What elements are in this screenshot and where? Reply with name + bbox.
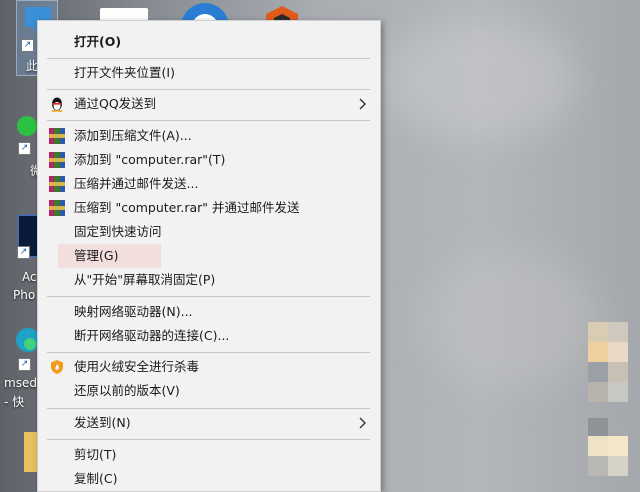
submenu-chevron-icon — [358, 96, 368, 112]
menu-item-label: 从"开始"屏幕取消固定(P) — [74, 272, 216, 287]
mosaic-block — [608, 382, 628, 402]
mosaic-block — [588, 362, 608, 382]
menu-item-label: 添加到 "computer.rar"(T) — [74, 152, 226, 167]
menu-separator — [47, 296, 370, 297]
background-blur — [380, 20, 580, 140]
shortcut-arrow-icon: ↗ — [17, 246, 30, 259]
wechat-icon[interactable]: ↗ — [16, 112, 38, 155]
menu-item-label: 打开(O) — [74, 34, 122, 49]
mosaic-block — [608, 362, 628, 382]
shortcut-arrow-icon: ↗ — [21, 39, 34, 52]
menu-item-label: 压缩并通过邮件发送... — [74, 176, 199, 191]
menu-item-label: 添加到压缩文件(A)... — [74, 128, 192, 143]
shortcut-arrow-icon: ↗ — [18, 142, 31, 155]
menu-item-unpin-from-start[interactable]: 从"开始"屏幕取消固定(P) — [38, 268, 380, 292]
menu-item-send-via-qq[interactable]: 通过QQ发送到 — [38, 92, 380, 116]
menu-item-map-network-drive[interactable]: 映射网络驱动器(N)... — [38, 300, 380, 324]
background-blur — [420, 250, 600, 390]
menu-item-huorong-scan[interactable]: 使用火绒安全进行杀毒 — [38, 355, 380, 379]
menu-item-label: 还原以前的版本(V) — [74, 383, 180, 398]
mosaic-block — [588, 418, 608, 438]
menu-item-label: 发送到(N) — [74, 415, 131, 430]
menu-separator — [47, 120, 370, 121]
menu-item-disconnect-network-drive[interactable]: 断开网络驱动器的连接(C)... — [38, 324, 380, 348]
menu-separator — [47, 408, 370, 409]
menu-item-copy[interactable]: 复制(C) — [38, 467, 380, 491]
menu-item-compress-to-rar-and-email[interactable]: 压缩到 "computer.rar" 并通过邮件发送 — [38, 196, 380, 220]
menu-item-cut[interactable]: 剪切(T) — [38, 443, 380, 467]
menu-item-label: 管理(G) — [74, 248, 119, 263]
menu-item-label: 剪切(T) — [74, 447, 117, 462]
menu-item-add-to-archive[interactable]: 添加到压缩文件(A)... — [38, 124, 380, 148]
menu-separator — [47, 58, 370, 59]
menu-separator — [47, 89, 370, 90]
menu-item-label: 压缩到 "computer.rar" 并通过邮件发送 — [74, 200, 300, 215]
mosaic-block — [608, 342, 628, 362]
shortcut-arrow-icon: ↗ — [18, 358, 31, 371]
mosaic-block — [608, 456, 628, 476]
menu-item-restore-previous-versions[interactable]: 还原以前的版本(V) — [38, 379, 380, 403]
mosaic-block — [588, 456, 608, 476]
menu-item-label: 映射网络驱动器(N)... — [74, 304, 193, 319]
mosaic-block — [588, 382, 608, 402]
qq-penguin-icon — [49, 96, 65, 112]
menu-separator — [47, 352, 370, 353]
menu-item-send-to[interactable]: 发送到(N) — [38, 411, 380, 435]
qq-browser-icon[interactable] — [180, 2, 230, 51]
menu-item-open-file-location[interactable]: 打开文件夹位置(I) — [38, 61, 380, 85]
menu-item-compress-and-email[interactable]: 压缩并通过邮件发送... — [38, 172, 380, 196]
menu-item-add-to-computer-rar[interactable]: 添加到 "computer.rar"(T) — [38, 148, 380, 172]
menu-item-label: 通过QQ发送到 — [74, 96, 157, 111]
edge-label-1: msed — [4, 376, 37, 390]
menu-item-label: 使用火绒安全进行杀毒 — [74, 359, 200, 374]
submenu-chevron-icon — [358, 415, 368, 431]
menu-item-open[interactable]: 打开(O) — [38, 30, 380, 54]
mosaic-block — [608, 436, 628, 456]
winrar-icon — [49, 176, 65, 192]
menu-item-label: 固定到快速访问 — [74, 224, 162, 239]
winrar-icon — [49, 200, 65, 216]
context-menu: 打开(O) 打开文件夹位置(I) 通过QQ发送到 添加到压缩文件(A)... 添… — [37, 20, 381, 492]
photoshop-label-1: Ac — [22, 270, 37, 284]
menu-item-manage[interactable]: 管理(G) — [38, 244, 380, 268]
mosaic-block — [588, 342, 608, 362]
menu-item-label: 复制(C) — [74, 471, 118, 486]
menu-separator — [47, 439, 370, 440]
edge-label-2: - 快 — [4, 395, 25, 409]
mosaic-block — [608, 322, 628, 342]
menu-item-label: 打开文件夹位置(I) — [74, 65, 175, 80]
mosaic-block — [588, 322, 608, 342]
huorong-shield-icon — [49, 359, 65, 375]
winrar-icon — [49, 128, 65, 144]
menu-item-label: 断开网络驱动器的连接(C)... — [74, 328, 230, 343]
mosaic-block — [588, 436, 608, 456]
menu-item-pin-to-quick-access[interactable]: 固定到快速访问 — [38, 220, 380, 244]
edge-icon[interactable]: ↗ — [14, 322, 40, 371]
winrar-icon — [49, 152, 65, 168]
mosaic-block — [608, 418, 628, 438]
photoshop-label-2: Pho — [13, 288, 36, 302]
